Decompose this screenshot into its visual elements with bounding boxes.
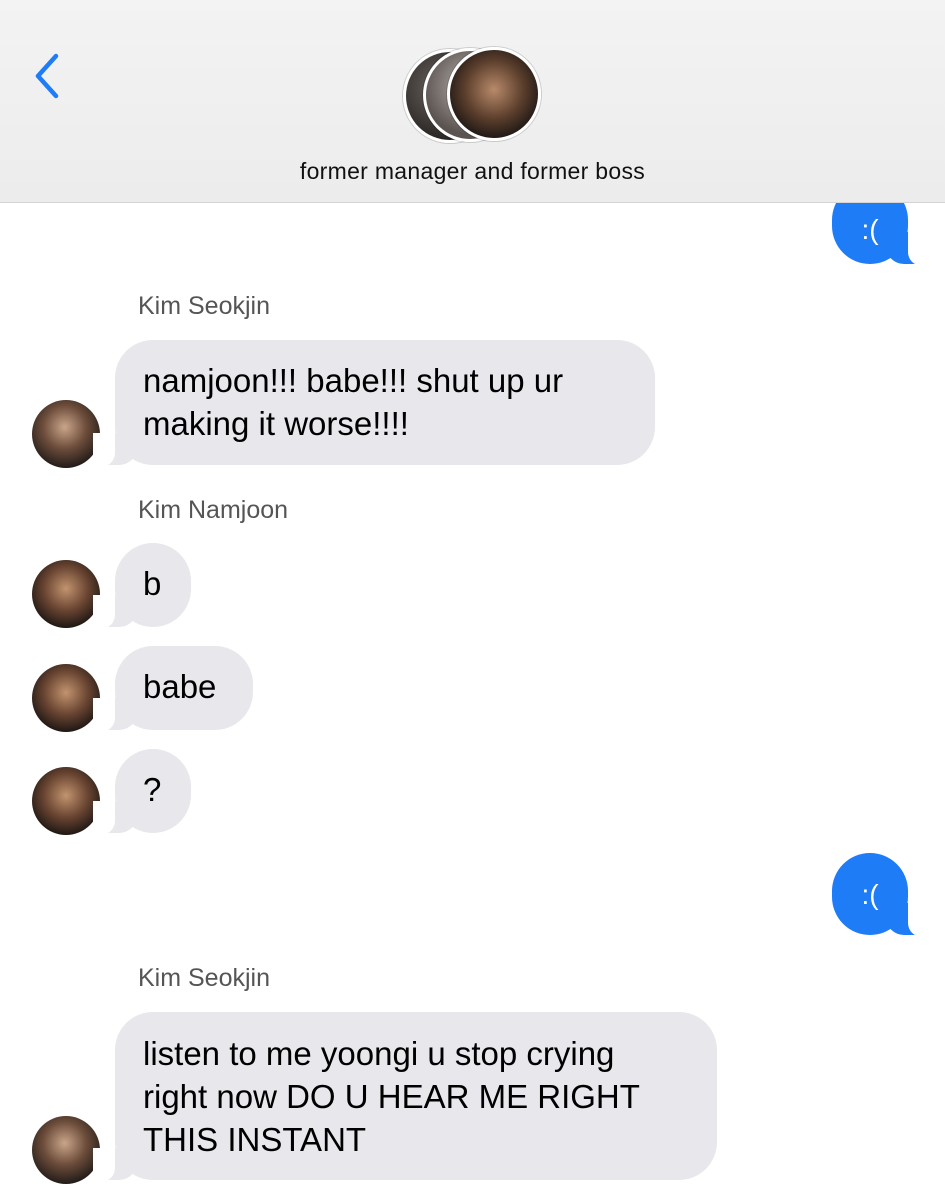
message-text: namjoon!!! babe!!! shut up ur: [143, 362, 564, 399]
message-text: right now DO U HEAR ME RIGHT: [143, 1078, 640, 1115]
back-button[interactable]: [24, 48, 72, 104]
incoming-message[interactable]: listen to me yoongi u stop crying right …: [93, 1012, 717, 1182]
message-text: THIS INSTANT: [143, 1121, 367, 1158]
avatar[interactable]: [32, 664, 100, 732]
avatar[interactable]: [32, 767, 100, 835]
message-text: ?: [143, 771, 162, 808]
conversation-header: former manager and former boss: [0, 0, 945, 203]
message-text: b: [143, 565, 162, 602]
incoming-message[interactable]: babe: [93, 646, 253, 732]
message-text: babe: [143, 668, 217, 705]
message-text: :(: [861, 214, 879, 245]
group-avatar-stack[interactable]: [401, 46, 551, 146]
sender-name: Kim Namjoon: [138, 496, 289, 524]
sender-name: Kim Seokjin: [138, 292, 270, 320]
sender-name: Kim Seokjin: [138, 964, 270, 992]
message-text: listen to me yoongi u stop crying: [143, 1035, 615, 1072]
avatar[interactable]: [32, 560, 100, 628]
group-member-avatar: [447, 47, 541, 141]
message-text: :(: [861, 879, 879, 910]
incoming-message[interactable]: namjoon!!! babe!!! shut up ur making it …: [93, 340, 655, 467]
chevron-left-icon: [35, 53, 59, 99]
outgoing-message[interactable]: :(: [832, 853, 930, 937]
group-title[interactable]: former manager and former boss: [0, 158, 945, 185]
avatar[interactable]: [32, 400, 100, 468]
incoming-message[interactable]: ?: [93, 749, 191, 835]
incoming-message[interactable]: b: [93, 543, 191, 629]
avatar[interactable]: [32, 1116, 100, 1184]
message-text: making it worse!!!!: [143, 405, 409, 442]
